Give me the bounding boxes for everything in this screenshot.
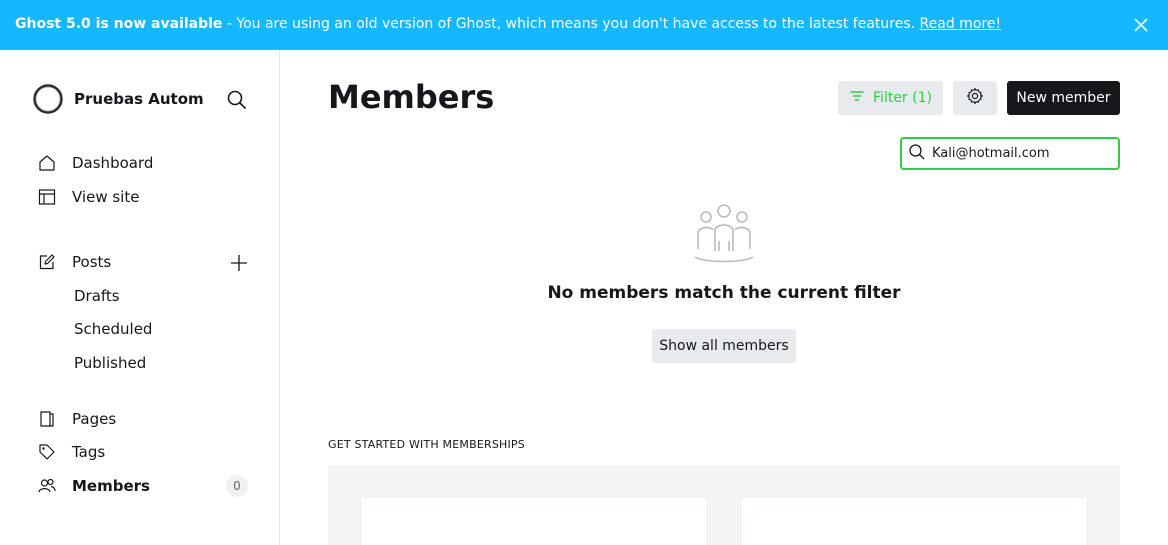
get-started-card[interactable] (360, 497, 708, 545)
site-logo-icon[interactable] (32, 83, 64, 115)
filter-button[interactable]: Filter (1) (838, 81, 943, 115)
sidebar-item-scheduled[interactable]: Scheduled (74, 320, 152, 338)
site-title[interactable]: Pruebas Autom... (74, 90, 204, 108)
plus-icon[interactable] (228, 252, 250, 274)
pages-icon (38, 410, 56, 428)
members-group-icon (693, 203, 755, 265)
search-input[interactable] (932, 146, 1112, 161)
new-member-button[interactable]: New member (1007, 81, 1120, 115)
sidebar-item-label: View site (72, 188, 140, 206)
view-site-icon (38, 188, 56, 206)
settings-button[interactable] (953, 81, 997, 115)
sidebar-item-label: Members (72, 477, 150, 495)
show-all-members-button[interactable]: Show all members (652, 329, 796, 363)
members-icon (38, 477, 56, 495)
get-started-heading: GET STARTED WITH MEMBERSHIPS (328, 438, 525, 451)
banner-bold-text: Ghost 5.0 is now available (15, 16, 223, 32)
sidebar-item-drafts[interactable]: Drafts (74, 287, 120, 305)
sidebar-item-pages[interactable]: Pages (38, 406, 116, 432)
members-count-badge: 0 (226, 475, 248, 497)
banner-text: Ghost 5.0 is now available - You are usi… (15, 16, 1001, 32)
tag-icon (38, 443, 56, 461)
page-title: Members (328, 78, 495, 116)
sidebar-item-members[interactable]: Members (38, 473, 150, 499)
sidebar-item-published[interactable]: Published (74, 354, 146, 372)
posts-icon (38, 253, 56, 271)
filter-icon (849, 88, 873, 108)
home-icon (38, 154, 56, 172)
sidebar: Pruebas Autom... Dashboard View site Pos… (0, 50, 280, 545)
gear-icon (965, 86, 985, 110)
get-started-card[interactable] (740, 497, 1088, 545)
sidebar-item-label: Posts (72, 253, 112, 271)
get-started-panel (328, 465, 1120, 545)
upgrade-banner: Ghost 5.0 is now available - You are usi… (0, 0, 1168, 50)
sidebar-item-posts[interactable]: Posts (38, 249, 111, 275)
sidebar-item-tags[interactable]: Tags (38, 439, 105, 465)
sidebar-item-label: Pages (72, 410, 117, 428)
members-search[interactable] (900, 137, 1120, 170)
close-icon[interactable] (1131, 15, 1151, 35)
filter-label: Filter (1) (873, 90, 932, 106)
search-icon[interactable] (226, 89, 248, 111)
empty-state-title: No members match the current filter (547, 283, 901, 303)
sidebar-item-view-site[interactable]: View site (38, 184, 139, 210)
sidebar-item-label: Dashboard (72, 154, 154, 172)
sidebar-item-label: Tags (72, 443, 106, 461)
search-icon (908, 143, 926, 165)
banner-message: - You are using an old version of Ghost,… (222, 16, 920, 32)
sidebar-item-dashboard[interactable]: Dashboard (38, 150, 153, 176)
banner-read-more-link[interactable]: Read more! (920, 16, 1002, 32)
